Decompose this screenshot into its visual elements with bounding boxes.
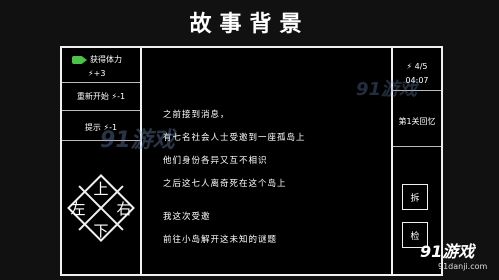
story-line: 他们身份各异又互不相识 bbox=[163, 156, 268, 166]
dpad-down-button[interactable]: 下 bbox=[92, 220, 110, 241]
story-line: 我这次受邀 bbox=[163, 212, 211, 222]
watermark-logo: 91游戏 bbox=[420, 242, 475, 261]
lightning-icon: ⚡ bbox=[406, 62, 413, 71]
left-panel: 获得体力 ⚡+3 重新开始 ⚡-1 提示 ⚡-1 上 下 左 右 bbox=[62, 48, 142, 274]
hint-label: 提示 bbox=[84, 123, 101, 132]
watermark-url: 91danji.com bbox=[438, 262, 488, 271]
dpad-up-button[interactable]: 上 bbox=[92, 178, 110, 199]
page-title: 故事背景 bbox=[189, 12, 310, 37]
video-icon bbox=[72, 55, 87, 64]
direction-pad: 上 下 左 右 bbox=[67, 174, 135, 242]
watermark-logo: 91游戏 bbox=[356, 79, 418, 100]
restart-label: 重新开始 bbox=[76, 92, 109, 101]
dpad-right-button[interactable]: 右 bbox=[115, 198, 133, 219]
divider bbox=[62, 110, 140, 111]
story-line: 有七名社会人士受邀到一座孤岛上 bbox=[163, 133, 306, 143]
chapter-label[interactable]: 第1关回忆 bbox=[393, 116, 441, 127]
get-stamina-button[interactable]: 获得体力 bbox=[72, 54, 122, 65]
stamina-reward: ⚡+3 bbox=[88, 69, 106, 78]
restart-button[interactable]: 重新开始 ⚡-1 bbox=[62, 91, 140, 102]
divider bbox=[393, 146, 441, 147]
dismantle-button[interactable]: 拆 bbox=[402, 184, 428, 210]
watermark-logo: 91游戏 bbox=[100, 128, 175, 153]
story-text: 之前接到消息， 有七名社会人士受邀到一座孤岛上 他们身份各异又互不相识 之后这七… bbox=[163, 108, 393, 256]
story-line: 之前接到消息， bbox=[163, 110, 230, 120]
divider bbox=[62, 82, 140, 83]
stamina-label: 获得体力 bbox=[90, 55, 122, 64]
story-line: 前往小岛解开这未知的谜题 bbox=[163, 235, 278, 245]
dpad-left-button[interactable]: 左 bbox=[69, 198, 87, 219]
story-line: 之后这七人离奇死在这个岛上 bbox=[163, 179, 287, 189]
energy-counter: ⚡ 4/5 bbox=[406, 62, 428, 71]
